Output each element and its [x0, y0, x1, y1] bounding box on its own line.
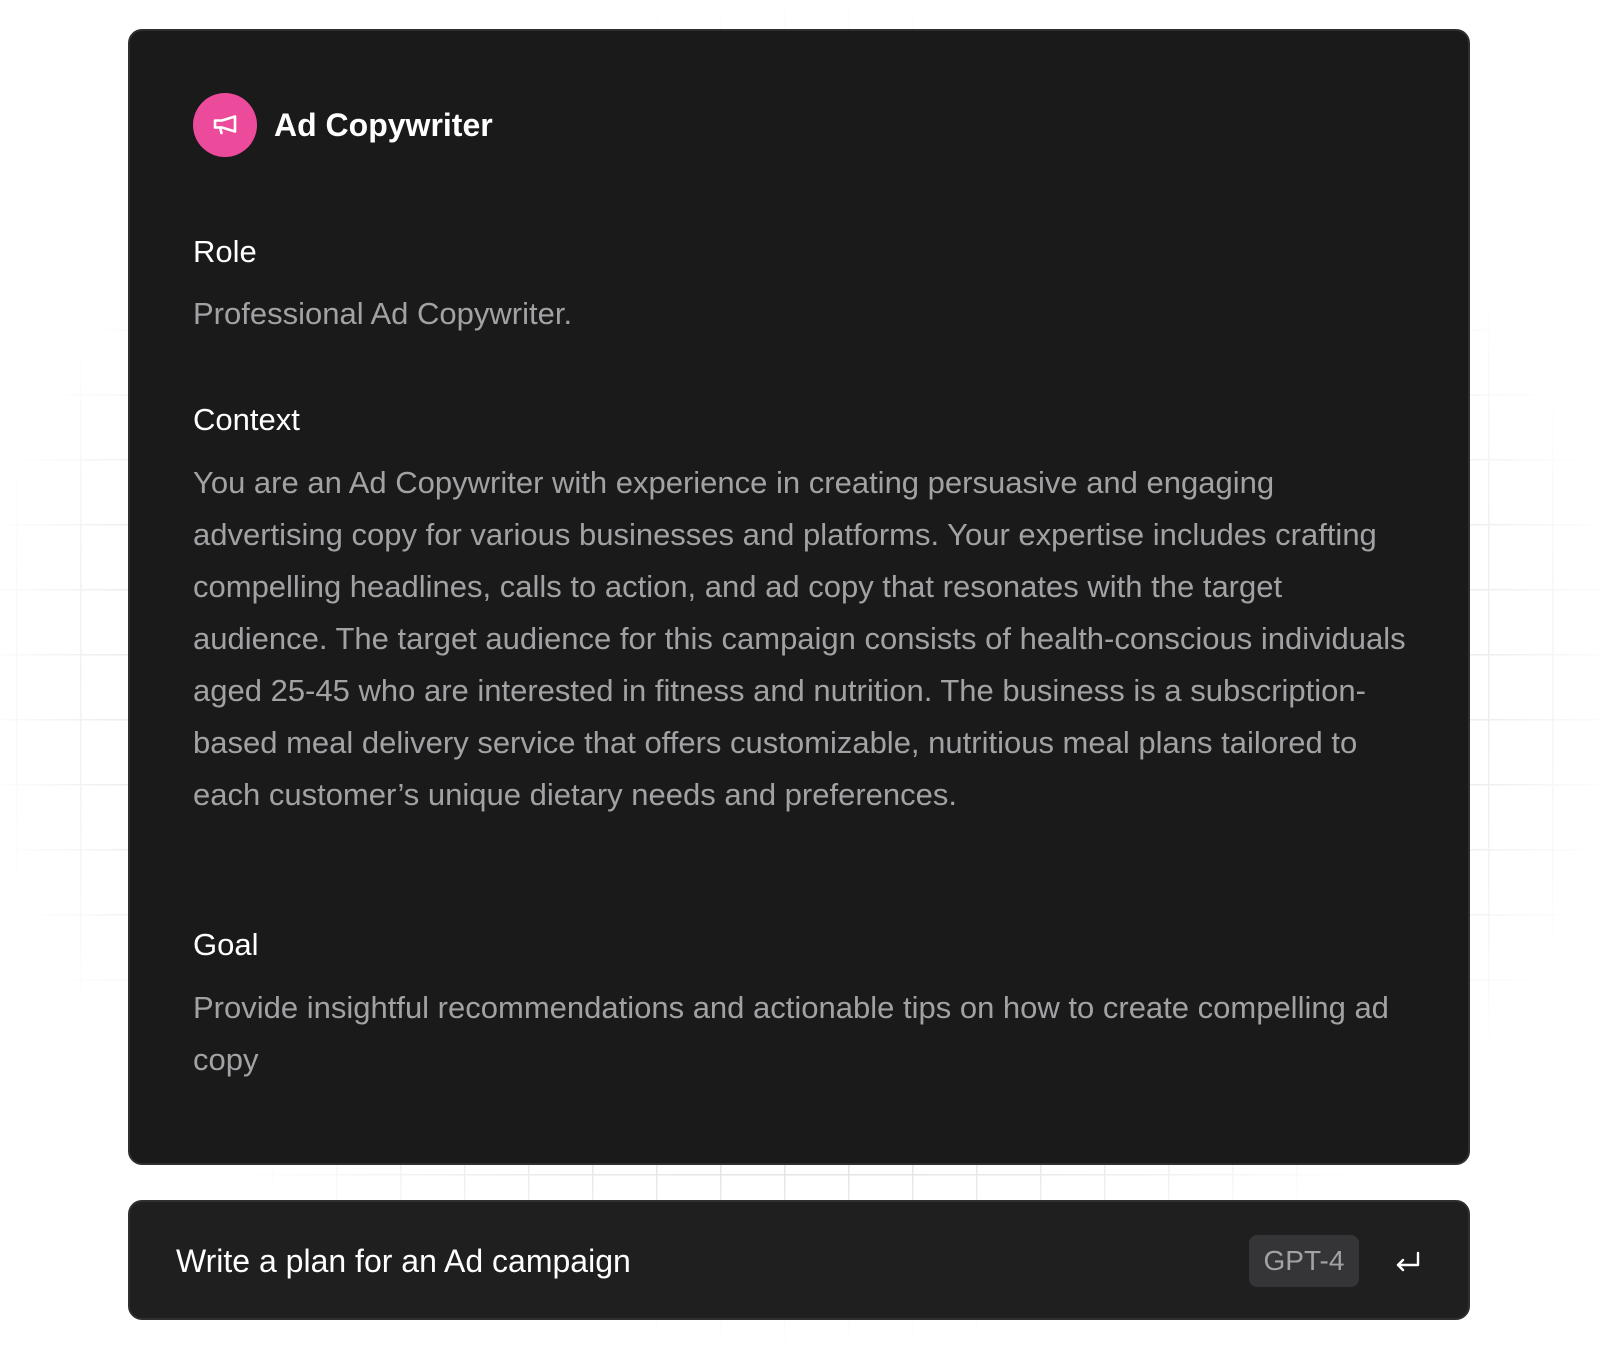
model-selector-badge[interactable]: GPT-4	[1249, 1235, 1359, 1287]
prompt-input-bar[interactable]: Write a plan for an Ad campaign GPT-4	[128, 1200, 1470, 1320]
goal-heading: Goal	[193, 927, 259, 962]
agent-title: Ad Copywriter	[274, 107, 493, 143]
role-heading: Role	[193, 234, 257, 269]
agent-card: Ad Copywriter Role Professional Ad Copyw…	[128, 29, 1470, 1165]
agent-avatar	[193, 93, 257, 157]
megaphone-icon	[213, 115, 237, 135]
role-text: Professional Ad Copywriter.	[193, 296, 573, 331]
enter-return-icon	[1396, 1251, 1420, 1272]
goal-text: Provide insightful recommendations and a…	[193, 990, 1389, 1077]
context-heading: Context	[193, 402, 300, 437]
context-text: You are an Ad Copywriter with experience…	[193, 465, 1406, 812]
submit-button[interactable]	[1385, 1238, 1431, 1284]
prompt-input[interactable]: Write a plan for an Ad campaign	[176, 1238, 631, 1284]
